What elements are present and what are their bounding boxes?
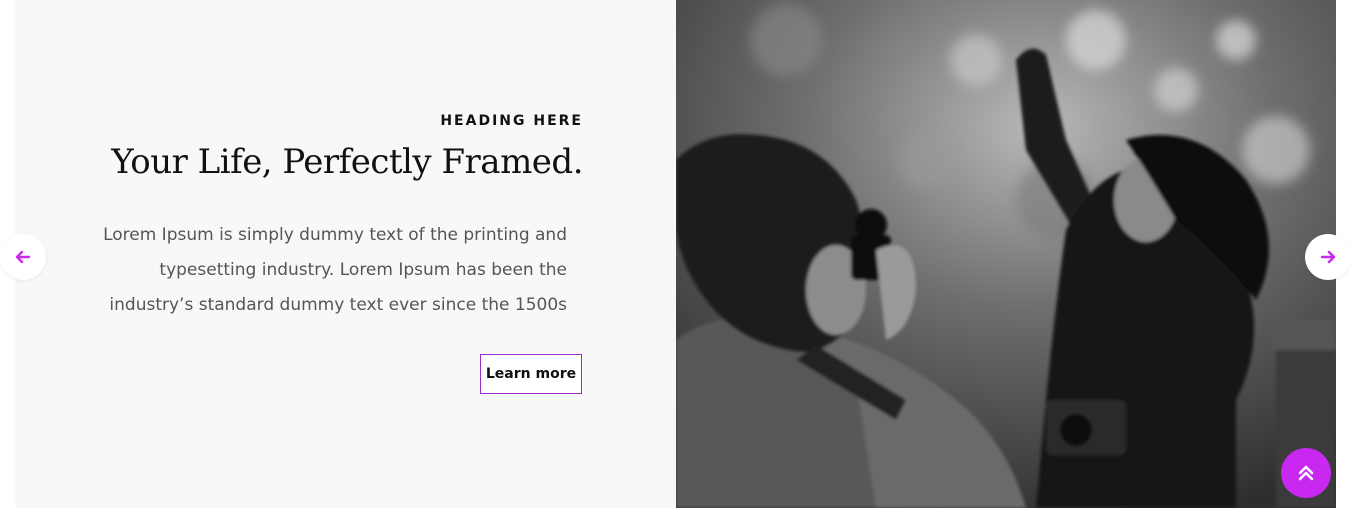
slide-text-panel: HEADING HERE Your Life, Perfectly Framed… — [15, 0, 676, 508]
learn-more-button[interactable]: Learn more — [480, 354, 582, 394]
slide-photo — [676, 0, 1336, 508]
arrow-left-icon — [15, 250, 31, 264]
photographers-image — [676, 0, 1336, 508]
hero-slider: HEADING HERE Your Life, Perfectly Framed… — [15, 0, 1336, 508]
double-chevron-up-icon — [1298, 465, 1314, 481]
slider-next-button[interactable] — [1305, 234, 1351, 280]
scroll-to-top-button[interactable] — [1281, 448, 1331, 498]
arrow-right-icon — [1320, 250, 1336, 264]
slide-title: Your Life, Perfectly Framed. — [111, 142, 583, 182]
slider-prev-button[interactable] — [0, 234, 46, 280]
slide-description: Lorem Ipsum is simply dummy text of the … — [103, 225, 567, 315]
slide-eyebrow: HEADING HERE — [440, 113, 583, 129]
